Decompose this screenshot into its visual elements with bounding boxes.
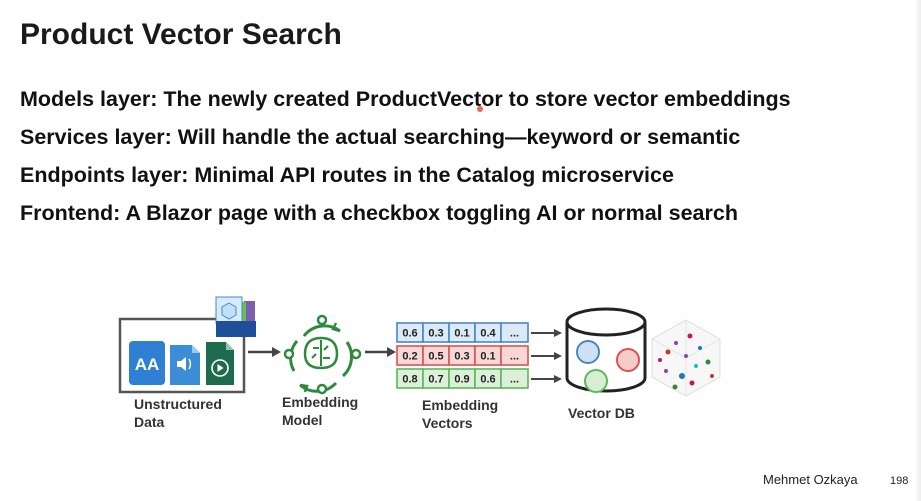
embedding-pipeline-diagram: AA Unstructured Data Embedding Model 0.6… xyxy=(118,296,721,431)
unstructured-data-label-line2: Data xyxy=(134,414,165,430)
vector-db-label: Vector DB xyxy=(568,405,635,421)
arrow-to-vectors xyxy=(365,347,396,357)
embedding-model-label-line2: Model xyxy=(282,412,322,428)
vector-cell-value: ... xyxy=(510,328,519,340)
embedding-vectors-label-line2: Vectors xyxy=(422,415,473,431)
vector-cell-value: 0.3 xyxy=(428,328,443,340)
vector-cell-value: ... xyxy=(510,374,519,386)
arrow-to-model xyxy=(248,347,281,357)
vector-cell-value: 0.6 xyxy=(402,328,417,340)
text-document-icon: AA xyxy=(129,341,165,385)
vector-cell-value: 0.1 xyxy=(480,351,495,363)
model-node-dots xyxy=(283,314,362,395)
vector-db-icon xyxy=(565,307,647,393)
window-edge xyxy=(915,0,921,501)
arrows-to-db xyxy=(531,329,562,383)
ai-brain-icon xyxy=(289,322,354,393)
embedding-space-scatter-icon xyxy=(651,319,721,397)
embedding-model-group: Embedding Model xyxy=(282,314,362,428)
embedding-model-label-line1: Embedding xyxy=(282,394,358,410)
vector-cell-value: 0.1 xyxy=(454,328,469,340)
vector-cell-value: 0.4 xyxy=(480,328,496,340)
vector-cell-value: 0.2 xyxy=(402,351,417,363)
vector-cell-value: 0.8 xyxy=(402,374,417,386)
vector-cell-value: 0.3 xyxy=(454,351,469,363)
text-icon-glyph: AA xyxy=(135,355,160,374)
author-name: Mehmet Ozkaya xyxy=(763,472,858,487)
embedding-vectors-table: 0.6 0.3 0.1 0.4 ... 0.2 0.5 0.3 0.1 ... 0.8 0.7 0.9 0… xyxy=(396,322,529,389)
unstructured-data-label-line1: Unstructured xyxy=(134,396,222,412)
vector-cell-value: 0.7 xyxy=(428,374,443,386)
audio-file-icon xyxy=(170,345,200,385)
vector-cell-value: 0.6 xyxy=(480,374,495,386)
embedding-vectors-label-line1: Embedding xyxy=(422,397,498,413)
page-number: 198 xyxy=(890,475,909,487)
vector-cell-value: 0.9 xyxy=(454,374,469,386)
video-file-icon xyxy=(206,342,234,385)
vector-cell-value: 0.5 xyxy=(428,351,443,363)
cube-package-icon xyxy=(215,296,256,337)
vector-cell-value: ... xyxy=(510,351,519,363)
unstructured-data-group: AA Unstructured Data xyxy=(118,296,256,430)
